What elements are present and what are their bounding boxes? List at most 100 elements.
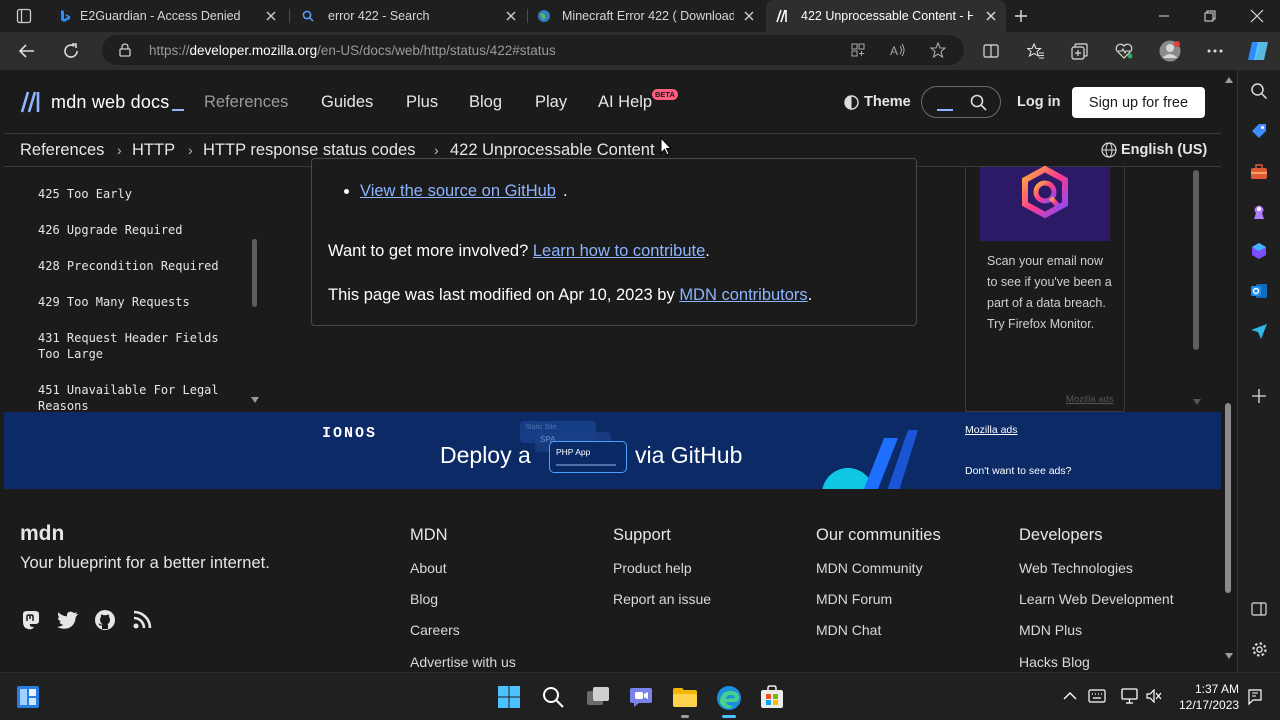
file-explorer-icon[interactable] (672, 686, 698, 708)
chevron-up-icon[interactable] (1063, 691, 1077, 701)
nav-guides[interactable]: Guides (321, 93, 373, 112)
side-ad[interactable]: Scan your email now to see if you've bee… (965, 165, 1125, 412)
browser-essentials-icon[interactable] (1115, 43, 1133, 59)
tab-minecraft-error[interactable]: Minecraft Error 422 ( Download ) (528, 0, 764, 32)
clock-date[interactable]: 12/17/2023 (1179, 698, 1239, 712)
tab-error-422-search[interactable]: error 422 - Search (290, 0, 526, 32)
toc-item-431[interactable]: 431 Request Header Fields Too Large (38, 330, 238, 362)
nav-plus[interactable]: Plus (406, 93, 438, 112)
outlook-icon[interactable] (1250, 282, 1268, 300)
new-tab-icon[interactable] (1013, 8, 1029, 24)
send-icon[interactable] (1250, 322, 1268, 340)
search-icon[interactable] (1250, 82, 1268, 100)
content-scrollbar-thumb[interactable] (1193, 170, 1199, 350)
theme-switcher[interactable]: Theme (844, 94, 911, 110)
footer-link-blog[interactable]: Blog (410, 591, 438, 607)
rss-icon[interactable] (133, 610, 152, 629)
ad-footer-label[interactable]: Mozilla ads (1066, 394, 1114, 405)
taskbar-search-icon[interactable] (542, 686, 564, 708)
notifications-icon[interactable] (1247, 688, 1263, 706)
microsoft-365-icon[interactable] (1250, 242, 1268, 260)
restore-icon[interactable] (1204, 10, 1216, 22)
favorites-icon[interactable] (1027, 43, 1045, 59)
nav-ai-help[interactable]: AI Help (598, 93, 652, 112)
no-ads-link[interactable]: Don't want to see ads? (965, 465, 1072, 477)
ad-image[interactable] (980, 165, 1110, 241)
banner-ad[interactable]: IONOS Deploy a Static Site SPA PHP App v… (4, 412, 1221, 489)
close-tab-icon[interactable] (742, 9, 756, 23)
close-tab-icon[interactable] (264, 9, 278, 23)
signup-button[interactable]: Sign up for free (1072, 87, 1205, 118)
scroll-down-icon[interactable] (250, 396, 260, 404)
footer-link-about[interactable]: About (410, 560, 447, 576)
toc-item-428[interactable]: 428 Precondition Required (38, 258, 238, 274)
view-source-link[interactable]: View the source on GitHub (360, 182, 556, 201)
edge-browser-icon[interactable] (716, 685, 742, 711)
split-screen-icon[interactable] (983, 43, 999, 59)
login-link[interactable]: Log in (1017, 94, 1061, 110)
nav-references[interactable]: References (204, 93, 288, 112)
mdn-logo[interactable]: mdn web docs (20, 90, 185, 114)
copilot-icon[interactable] (1246, 40, 1270, 62)
breadcrumb-references[interactable]: References (20, 141, 104, 160)
tools-icon[interactable] (1250, 163, 1268, 181)
collections-icon[interactable] (1071, 43, 1088, 60)
page-scrollbar-thumb[interactable] (1225, 403, 1231, 593)
minimize-icon[interactable] (1158, 10, 1170, 22)
contributors-link[interactable]: MDN contributors (679, 286, 807, 304)
profile-avatar[interactable] (1159, 40, 1181, 62)
app-available-icon[interactable] (851, 43, 865, 57)
contribute-link[interactable]: Learn how to contribute (533, 242, 705, 260)
footer-link-mdn-forum[interactable]: MDN Forum (816, 591, 892, 607)
hide-sidebar-icon[interactable] (1251, 601, 1267, 617)
volume-muted-icon[interactable] (1146, 689, 1162, 703)
favorite-star-icon[interactable] (930, 42, 946, 58)
footer-link-careers[interactable]: Careers (410, 622, 460, 638)
breadcrumb-http[interactable]: HTTP (132, 141, 175, 160)
teams-chat-icon[interactable] (629, 686, 653, 708)
close-tab-icon[interactable] (504, 9, 518, 23)
footer-link-mdn-plus[interactable]: MDN Plus (1019, 622, 1082, 638)
refresh-icon[interactable] (62, 42, 80, 60)
page-scrollbar-up-icon[interactable] (1224, 76, 1234, 84)
twitter-icon[interactable] (57, 611, 79, 629)
keyboard-icon[interactable] (1088, 689, 1106, 703)
github-icon[interactable] (94, 609, 116, 631)
settings-gear-icon[interactable] (1251, 641, 1268, 658)
add-icon[interactable] (1251, 388, 1267, 404)
store-icon[interactable] (760, 685, 784, 709)
start-icon[interactable] (497, 685, 521, 709)
footer-logo[interactable]: mdn (20, 522, 64, 546)
close-tab-icon[interactable] (984, 9, 998, 23)
footer-link-advertise[interactable]: Advertise with us (410, 654, 516, 670)
tab-e2guardian[interactable]: E2Guardian - Access Denied (48, 0, 286, 32)
close-window-icon[interactable] (1250, 9, 1264, 23)
language-switcher[interactable]: English (US) (1101, 142, 1207, 158)
games-icon[interactable] (1250, 203, 1268, 221)
tab-422-unprocessable[interactable]: 422 Unprocessable Content - HT (766, 0, 1006, 32)
mozilla-ads-link[interactable]: Mozilla ads (965, 424, 1018, 436)
read-aloud-icon[interactable]: A (890, 42, 906, 58)
toc-item-425[interactable]: 425 Too Early (38, 186, 238, 202)
widgets-icon[interactable] (16, 685, 40, 709)
footer-link-report-issue[interactable]: Report an issue (613, 591, 711, 607)
site-search-input[interactable] (921, 86, 1001, 118)
address-bar[interactable]: https://developer.mozilla.org/en-US/docs… (102, 35, 964, 65)
ad-text[interactable]: Scan your email now to see if you've bee… (987, 251, 1115, 335)
toc-item-429[interactable]: 429 Too Many Requests (38, 294, 238, 310)
lock-icon[interactable] (119, 43, 131, 57)
page-scrollbar-down-icon[interactable] (1224, 652, 1234, 660)
nav-blog[interactable]: Blog (469, 93, 502, 112)
task-view-icon[interactable] (586, 686, 610, 708)
more-options-icon[interactable] (1207, 49, 1223, 53)
toc-scrollbar-thumb[interactable] (252, 239, 257, 307)
search-icon[interactable] (970, 94, 987, 111)
shopping-tag-icon[interactable] (1250, 122, 1268, 140)
mastodon-icon[interactable] (20, 609, 42, 631)
toc-item-451[interactable]: 451 Unavailable For Legal Reasons (38, 382, 238, 412)
footer-link-hacks-blog[interactable]: Hacks Blog (1019, 654, 1090, 670)
workspaces-icon[interactable] (16, 8, 32, 24)
clock-time[interactable]: 1:37 AM (1195, 682, 1239, 696)
back-icon[interactable] (18, 42, 36, 60)
footer-link-learn-web-dev[interactable]: Learn Web Development (1019, 591, 1174, 607)
